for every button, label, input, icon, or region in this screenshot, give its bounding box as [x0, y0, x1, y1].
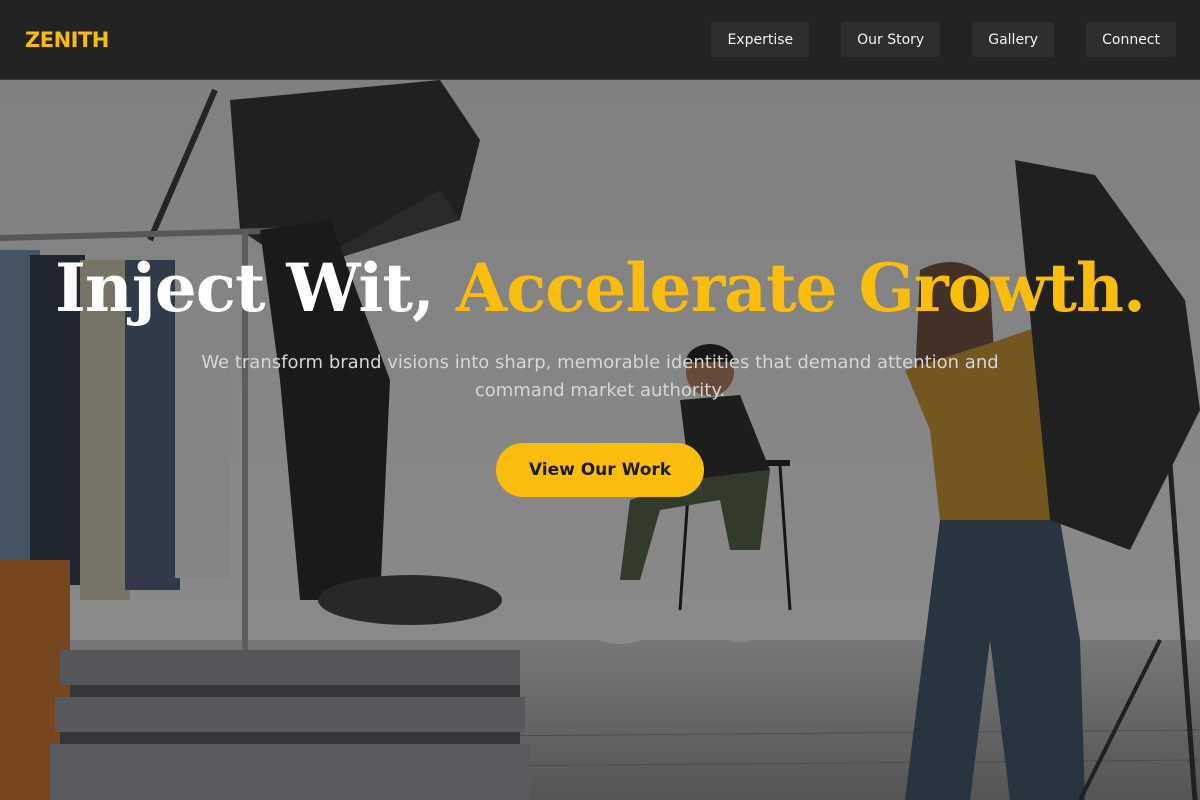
main-nav: Expertise Our Story Gallery Connect: [711, 22, 1176, 57]
nav-item-our-story[interactable]: Our Story: [841, 22, 941, 57]
headline-white-part: Inject Wit,: [55, 249, 456, 327]
hero-headline: Inject Wit, Accelerate Growth.: [0, 252, 1200, 324]
view-our-work-button[interactable]: View Our Work: [495, 443, 705, 497]
headline-accent-part: Accelerate Growth.: [455, 249, 1146, 327]
nav-item-gallery[interactable]: Gallery: [972, 22, 1055, 57]
nav-item-expertise[interactable]: Expertise: [711, 22, 810, 57]
nav-item-connect[interactable]: Connect: [1086, 22, 1176, 57]
brand-logo[interactable]: ZENITH: [25, 28, 109, 52]
hero-content: Inject Wit, Accelerate Growth. We transf…: [0, 252, 1200, 497]
site-header: ZENITH Expertise Our Story Gallery Conne…: [0, 0, 1200, 80]
hero-subheadline: We transform brand visions into sharp, m…: [201, 352, 999, 401]
